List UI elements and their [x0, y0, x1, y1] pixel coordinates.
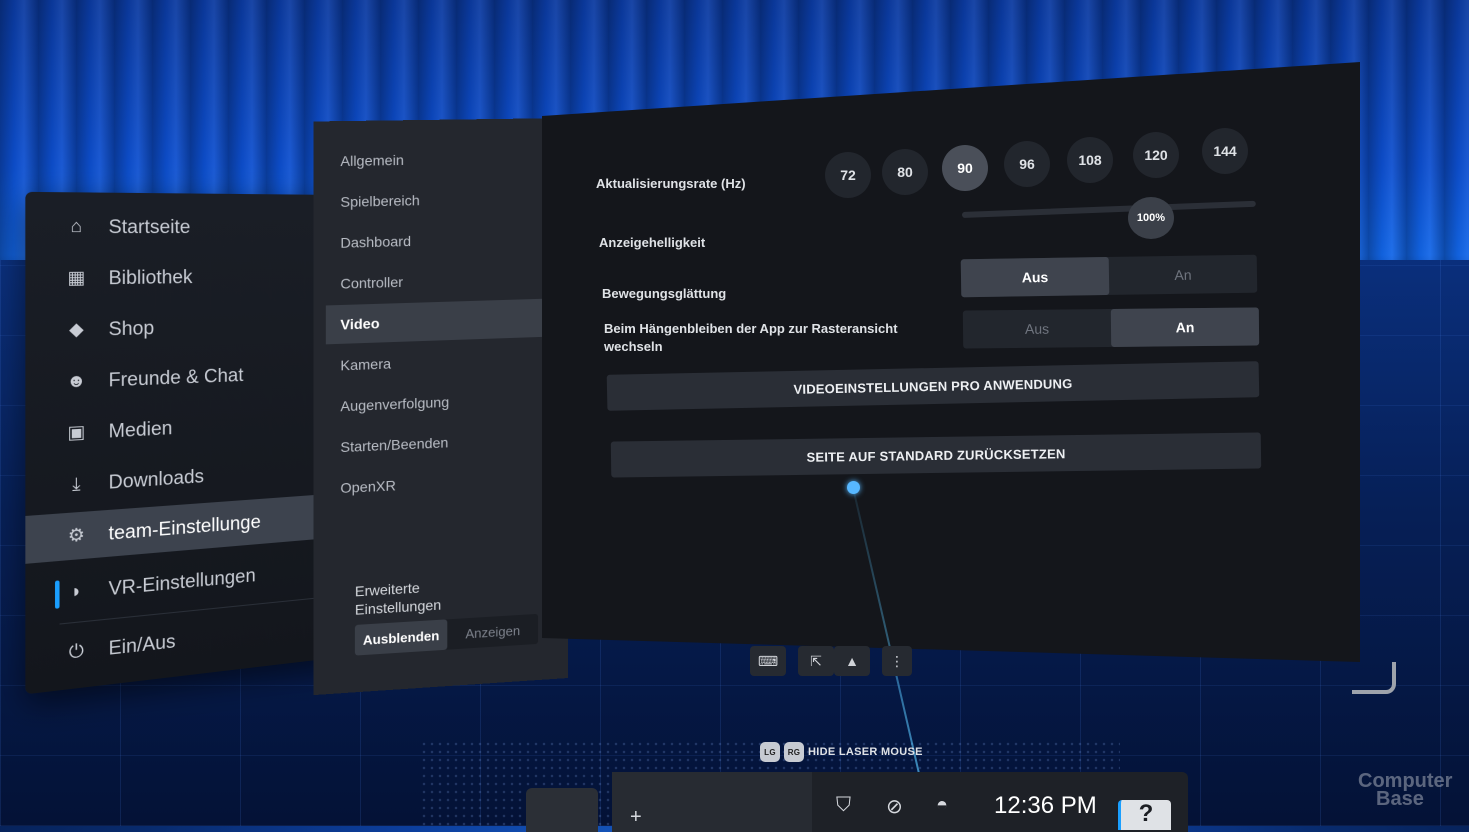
clock-time: 12:36 PM [994, 792, 1097, 819]
sidebar-item-label: Shop [108, 316, 155, 340]
keyboard-icon[interactable]: ⌨ [750, 646, 786, 676]
vr-settings-menu: Allgemein Spielbereich Dashboard Control… [313, 118, 568, 696]
refresh-rate-72[interactable]: 72 [825, 152, 871, 198]
media-icon: ▣ [67, 421, 86, 443]
sidebar-item-shop[interactable]: ◆ Shop [25, 301, 322, 355]
cast-icon[interactable]: ▲ [834, 646, 870, 676]
grid-view-on[interactable]: An [1110, 307, 1260, 347]
motion-smoothing-label: Bewegungsglättung [602, 286, 727, 301]
sidebar-item-label: Downloads [108, 465, 205, 493]
sidebar-item-label: Ein/Aus [108, 630, 176, 659]
advanced-hide-option[interactable]: Ausblenden [354, 619, 448, 656]
hide-icon[interactable]: ⊘ [886, 794, 903, 819]
more-options-icon[interactable]: ⋮ [882, 646, 912, 676]
gear-icon: ⚙ [67, 524, 85, 547]
sidebar-item-library[interactable]: ▦ Bibliothek [25, 253, 322, 303]
brightness-slider-knob[interactable]: 100% [1128, 197, 1174, 239]
refresh-rate-144[interactable]: 144 [1202, 128, 1248, 174]
refresh-rate-label: Aktualisierungsrate (Hz) [596, 176, 746, 191]
watermark-logo: Computer Base [1358, 771, 1452, 810]
grid-view-off[interactable]: Aus [963, 309, 1111, 349]
menu-item-general[interactable]: Allgemein [326, 138, 550, 180]
menu-item-controller[interactable]: Controller [326, 258, 550, 303]
wifi-icon[interactable]: ◓ [936, 794, 948, 817]
grid-view-toggle: Aus An [962, 307, 1260, 349]
vr-headset-icon: ◗ [70, 580, 83, 602]
tag-icon: ◆ [69, 318, 84, 340]
controller-hint-text: HIDE LASER MOUSE [808, 746, 923, 758]
sidebar-item-friends[interactable]: ☻ Freunde & Chat [25, 350, 322, 408]
popout-icon[interactable]: ⇱ [798, 646, 834, 676]
menu-item-camera[interactable]: Kamera [326, 339, 550, 386]
grid-icon: ▦ [67, 267, 86, 289]
refresh-rate-108[interactable]: 108 [1067, 137, 1113, 183]
refresh-rate-80[interactable]: 80 [882, 149, 928, 195]
main-sidebar: ⌂ Startseite ▦ Bibliothek ◆ Shop ☻ Freun… [25, 191, 342, 695]
motion-smoothing-toggle: Aus An [960, 254, 1258, 298]
sidebar-item-label: Startseite [108, 215, 191, 237]
brightness-label: Anzeigehelligkeit [599, 235, 706, 250]
sidebar-item-home[interactable]: ⌂ Startseite [25, 203, 322, 251]
grid-view-label: Beim Hängenbleiben der App zur Rasterans… [604, 320, 924, 356]
grid-view-label-line1: Beim Hängenbleiben der App zur Rasterans… [604, 321, 898, 336]
advanced-settings-title: Erweiterte Einstellungen [355, 577, 441, 619]
advanced-show-option[interactable]: Anzeigen [447, 614, 538, 650]
guardian-icon[interactable]: ⛉ [836, 794, 851, 817]
download-icon: ⤓ [72, 473, 81, 495]
steam-dashboard-button[interactable] [526, 788, 598, 832]
controller-hint: LG RG HIDE LASER MOUSE [760, 742, 923, 762]
menu-item-eye-tracking[interactable]: Augenverfolgung [326, 379, 550, 427]
menu-item-openxr[interactable]: OpenXR [326, 459, 550, 508]
refresh-rate-90[interactable]: 90 [942, 145, 988, 191]
left-grip-key: LG [760, 742, 780, 762]
sidebar-item-label: VR-Einstellungen [108, 564, 256, 599]
menu-item-video[interactable]: Video [325, 298, 551, 345]
friends-icon: ☻ [66, 370, 87, 392]
menu-item-play-area[interactable]: Spielbereich [326, 178, 550, 221]
refresh-rate-120[interactable]: 120 [1133, 132, 1179, 178]
advanced-title-line2: Einstellungen [354, 596, 442, 618]
watermark-line2: Base [1376, 788, 1424, 810]
dashboard-app-slot[interactable] [612, 772, 812, 832]
sidebar-item-label: Freunde & Chat [108, 364, 244, 391]
home-icon: ⌂ [70, 215, 83, 237]
power-icon: ⏻ [68, 640, 84, 663]
sidebar-item-label: Medien [108, 416, 173, 442]
refresh-rate-96[interactable]: 96 [1004, 141, 1050, 187]
right-grip-key: RG [784, 742, 804, 762]
advanced-settings-toggle: Ausblenden Anzeigen [354, 613, 539, 656]
motion-smoothing-off[interactable]: Aus [960, 257, 1110, 298]
resize-handle[interactable] [1352, 662, 1396, 694]
grid-view-label-line2: wechseln [604, 339, 663, 354]
motion-smoothing-on[interactable]: An [1109, 255, 1258, 295]
menu-item-dashboard[interactable]: Dashboard [326, 218, 550, 262]
sidebar-item-label: Bibliothek [108, 265, 193, 288]
sidebar-item-label: team-Einstellunge [108, 510, 261, 544]
